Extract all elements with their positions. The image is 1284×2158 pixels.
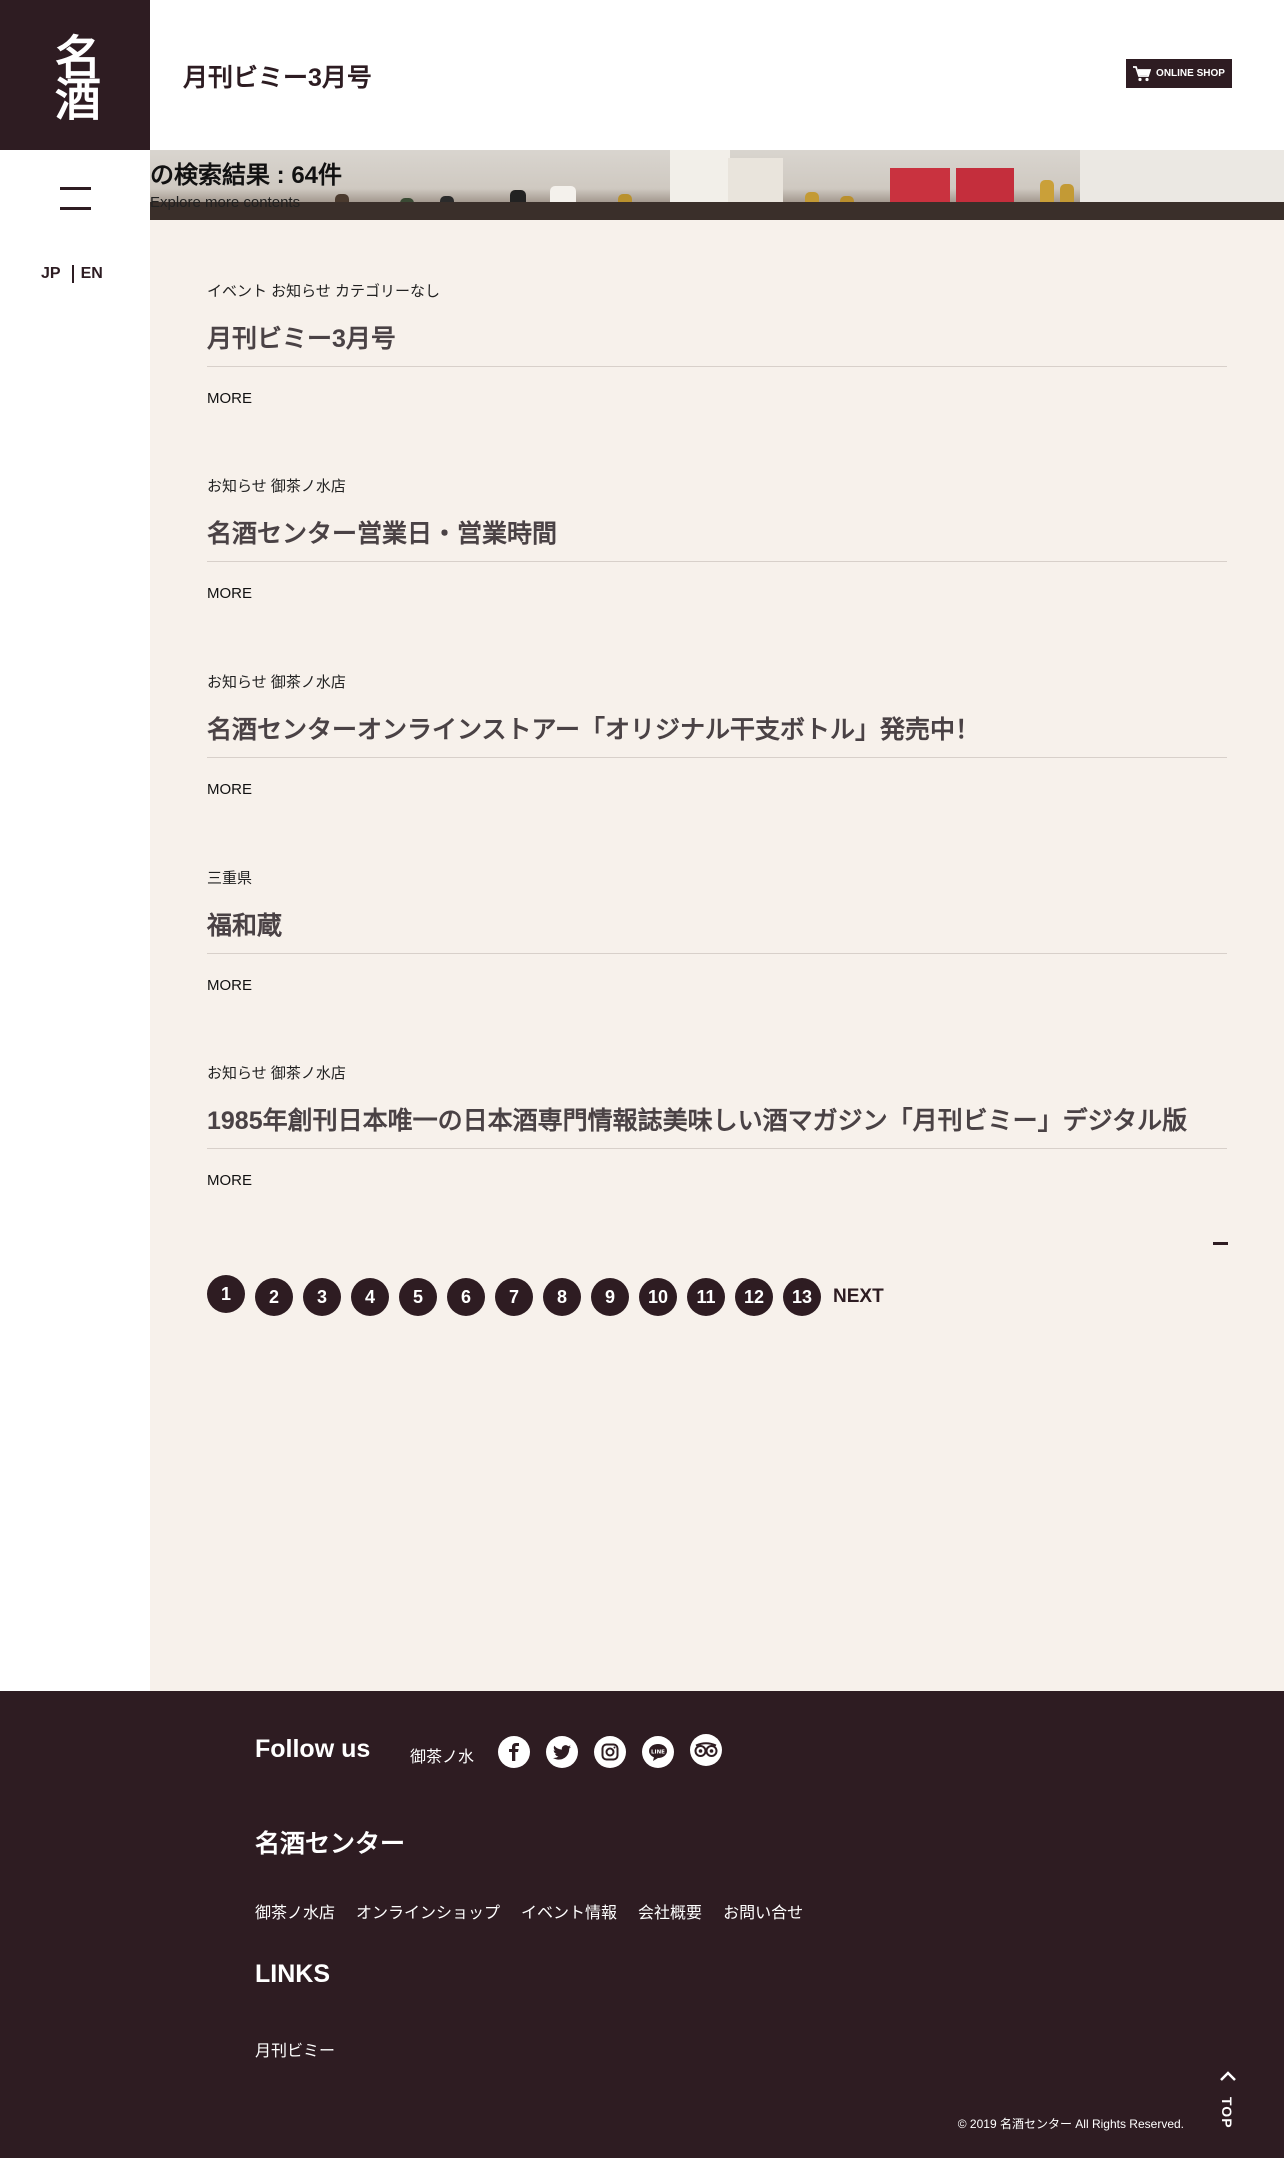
lang-separator xyxy=(71,265,74,283)
page-2-link[interactable]: 2 xyxy=(255,1278,293,1316)
chevron-up-icon xyxy=(1220,2071,1236,2081)
page-13-link[interactable]: 13 xyxy=(783,1278,821,1316)
article-categories[interactable]: お知らせ 御茶ノ水店 xyxy=(207,475,1227,495)
back-to-top-label: TOP xyxy=(1219,2097,1235,2129)
site-logo[interactable]: 名酒 xyxy=(0,0,150,150)
page-4-link[interactable]: 4 xyxy=(351,1278,389,1316)
article-more-link[interactable]: MORE xyxy=(207,1172,252,1189)
line-icon[interactable]: LINE xyxy=(642,1736,674,1768)
footer-link-ochanomizu[interactable]: 御茶ノ水店 xyxy=(255,1899,335,1923)
hero-banner: の検索結果 : 64件 Explore more contents xyxy=(150,150,1284,220)
article-categories[interactable]: イベント お知らせ カテゴリーなし xyxy=(207,280,1227,300)
footer-link-bimy[interactable]: 月刊ビミー xyxy=(255,2037,335,2061)
footer-links-heading: LINKS xyxy=(255,1960,330,1988)
page-8-link[interactable]: 8 xyxy=(543,1278,581,1316)
logo-glyphs: 名酒 xyxy=(48,33,102,117)
article-more-link[interactable]: MORE xyxy=(207,781,252,798)
lang-en-link[interactable]: EN xyxy=(81,265,103,283)
article-title[interactable]: 1985年創刊日本唯一の日本酒専門情報誌美味しい酒マガジン「月刊ビミー」デジタル… xyxy=(207,1101,1227,1149)
tripadvisor-icon[interactable] xyxy=(690,1734,722,1766)
minus-icon xyxy=(1213,1242,1228,1245)
article-more-link[interactable]: MORE xyxy=(207,977,252,994)
page-7-link[interactable]: 7 xyxy=(495,1278,533,1316)
copyright: © 2019 名酒センター All Rights Reserved. xyxy=(957,2117,1184,2131)
article-item: お知らせ 御茶ノ水店 名酒センターオンラインストアー「オリジナル干支ボトル」発売… xyxy=(207,671,1227,799)
hero-shelf xyxy=(150,202,1284,220)
page-3-link[interactable]: 3 xyxy=(303,1278,341,1316)
online-shop-label: ONLINE SHOP xyxy=(1156,68,1225,79)
hamburger-menu-icon[interactable] xyxy=(60,187,91,211)
page-title: 月刊ビミー3月号 xyxy=(183,64,372,92)
article-item: お知らせ 御茶ノ水店 名酒センター営業日・営業時間 MORE xyxy=(207,475,1227,603)
page-5-link[interactable]: 5 xyxy=(399,1278,437,1316)
main-content: イベント お知らせ カテゴリーなし 月刊ビミー3月号 MORE お知らせ 御茶ノ… xyxy=(150,220,1284,1691)
page-9-link[interactable]: 9 xyxy=(591,1278,629,1316)
footer-nav: 御茶ノ水店 オンラインショップ イベント情報 会社概要 お問い合せ xyxy=(255,1899,803,1923)
header: 月刊ビミー3月号 ONLINE SHOP xyxy=(150,0,1284,150)
facebook-icon[interactable] xyxy=(498,1736,530,1768)
article-categories[interactable]: お知らせ 御茶ノ水店 xyxy=(207,1062,1227,1082)
article-title[interactable]: 福和蔵 xyxy=(207,906,1227,954)
next-page-link[interactable]: NEXT xyxy=(833,1286,884,1308)
article-title[interactable]: 名酒センター営業日・営業時間 xyxy=(207,514,1227,562)
cart-icon xyxy=(1133,65,1152,81)
footer-link-events[interactable]: イベント情報 xyxy=(521,1899,617,1923)
article-item: お知らせ 御茶ノ水店 1985年創刊日本唯一の日本酒専門情報誌美味しい酒マガジン… xyxy=(207,1062,1227,1190)
page-12-link[interactable]: 12 xyxy=(735,1278,773,1316)
language-switcher: JP EN xyxy=(41,265,103,283)
search-result-subtitle: Explore more contents xyxy=(150,194,301,211)
footer-brand-heading: 名酒センター xyxy=(255,1830,406,1858)
article-more-link[interactable]: MORE xyxy=(207,390,252,407)
page-10-link[interactable]: 10 xyxy=(639,1278,677,1316)
article-item: 三重県 福和蔵 MORE xyxy=(207,867,1227,995)
page-11-link[interactable]: 11 xyxy=(687,1278,725,1316)
page-6-link[interactable]: 6 xyxy=(447,1278,485,1316)
article-categories[interactable]: お知らせ 御茶ノ水店 xyxy=(207,671,1227,691)
article-title[interactable]: 月刊ビミー3月号 xyxy=(207,319,1227,367)
article-more-link[interactable]: MORE xyxy=(207,585,252,602)
online-shop-button[interactable]: ONLINE SHOP xyxy=(1126,59,1232,88)
article-title[interactable]: 名酒センターオンラインストアー「オリジナル干支ボトル」発売中！ xyxy=(207,710,1227,758)
footer: Follow us 御茶ノ水 LINE 名酒センター 御茶ノ水店 オンラインショ… xyxy=(0,1691,1284,2158)
footer-link-company[interactable]: 会社概要 xyxy=(638,1899,702,1923)
follow-us-heading: Follow us xyxy=(255,1735,371,1763)
twitter-icon[interactable] xyxy=(546,1736,578,1768)
sidebar: JP EN xyxy=(0,150,150,1691)
footer-link-contact[interactable]: お問い合せ xyxy=(723,1899,803,1923)
footer-link-online-shop[interactable]: オンラインショップ xyxy=(356,1899,500,1923)
article-item: イベント お知らせ カテゴリーなし 月刊ビミー3月号 MORE xyxy=(207,280,1227,408)
search-result-heading: の検索結果 : 64件 xyxy=(150,162,343,189)
pagination: 1 2 3 4 5 6 7 8 9 10 11 12 13 NEXT xyxy=(207,1275,884,1316)
instagram-icon[interactable] xyxy=(594,1736,626,1768)
page-1-link[interactable]: 1 xyxy=(207,1275,245,1313)
article-categories[interactable]: 三重県 xyxy=(207,867,1227,887)
svg-text:LINE: LINE xyxy=(651,1750,665,1756)
lang-jp-link[interactable]: JP xyxy=(41,265,61,283)
store-label: 御茶ノ水 xyxy=(410,1749,475,1766)
